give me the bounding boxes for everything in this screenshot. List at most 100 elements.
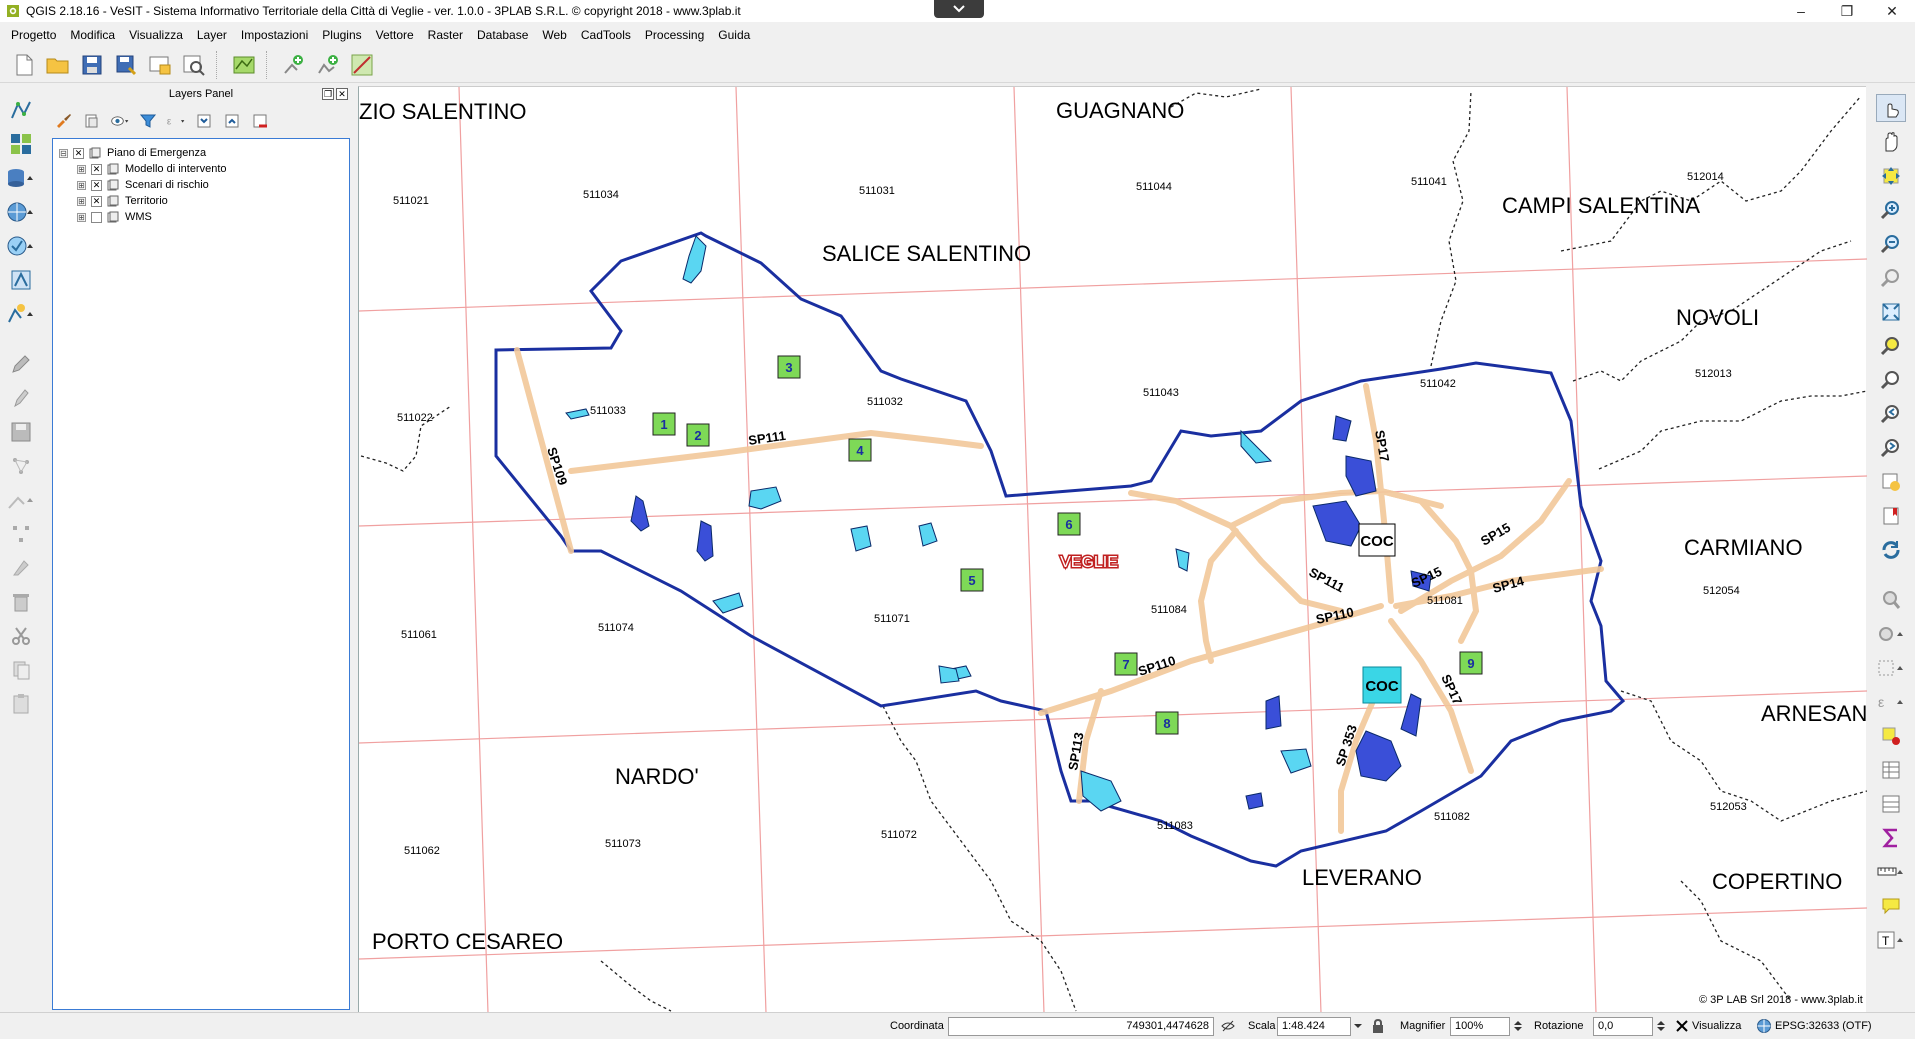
- menu-impostazioni[interactable]: Impostazioni: [234, 24, 315, 46]
- new-project-button[interactable]: [10, 51, 38, 79]
- dropdown-toggle-button[interactable]: [934, 0, 984, 18]
- close-button[interactable]: ✕: [1869, 0, 1915, 22]
- layer-visibility-checkbox[interactable]: ✕: [91, 195, 102, 207]
- measure-line-button[interactable]: [1876, 858, 1906, 886]
- coordinate-field[interactable]: 749301,4474628: [948, 1017, 1214, 1036]
- georeferencer-button[interactable]: [230, 51, 258, 79]
- identify-features-button[interactable]: [1876, 586, 1906, 614]
- node-tool-button[interactable]: [6, 520, 36, 548]
- pan-map-button[interactable]: [1876, 128, 1906, 156]
- new-layer-tool-button[interactable]: [6, 300, 36, 328]
- postgis-tool-button[interactable]: [6, 164, 36, 192]
- extents-toggle-icon[interactable]: [1220, 1018, 1236, 1034]
- crs-label[interactable]: EPSG:32633 (OTF): [1775, 1020, 1872, 1032]
- tree-row-scenari-di-rischio[interactable]: ⊞ ✕ Scenari di rischio: [77, 177, 209, 193]
- rotation-spinbox[interactable]: 0,0: [1593, 1017, 1653, 1036]
- measure-tool-button[interactable]: [348, 51, 376, 79]
- map-tips-button[interactable]: [1876, 892, 1906, 920]
- save-project-button[interactable]: [78, 51, 106, 79]
- menu-progetto[interactable]: Progetto: [4, 24, 63, 46]
- select-features-button[interactable]: [1876, 654, 1906, 682]
- zoom-next-button[interactable]: [1876, 434, 1906, 462]
- menu-processing[interactable]: Processing: [638, 24, 711, 46]
- touch-zoom-pan-button[interactable]: [1876, 94, 1906, 122]
- magnifier-spinbox[interactable]: 100%: [1450, 1017, 1510, 1036]
- scale-dropdown-icon[interactable]: [1350, 1018, 1366, 1034]
- statistical-summary-button[interactable]: [1876, 790, 1906, 818]
- add-point-tool-button[interactable]: [280, 51, 308, 79]
- zoom-last-button[interactable]: [1876, 400, 1906, 428]
- panel-close-button[interactable]: ✕: [336, 88, 348, 100]
- delete-selected-button[interactable]: [6, 588, 36, 616]
- zoom-out-button[interactable]: [1876, 230, 1906, 258]
- toggle-editing-button[interactable]: [6, 384, 36, 412]
- spinbox-arrows-icon[interactable]: [1510, 1018, 1526, 1034]
- zoom-native-button[interactable]: [1876, 264, 1906, 292]
- panel-float-button[interactable]: ❐: [322, 88, 334, 100]
- move-feature-button[interactable]: [6, 486, 36, 514]
- vertex-tool-button[interactable]: [6, 554, 36, 582]
- tree-expander[interactable]: ⊞: [77, 180, 86, 190]
- zoom-to-layer-button[interactable]: [1876, 366, 1906, 394]
- composer-manager-button[interactable]: [180, 51, 208, 79]
- menu-vettore[interactable]: Vettore: [369, 24, 421, 46]
- pan-to-selection-button[interactable]: [1876, 162, 1906, 190]
- layer-visibility-checkbox[interactable]: ✕: [91, 179, 102, 191]
- open-attribute-table-button[interactable]: [1876, 756, 1906, 784]
- tree-expander[interactable]: ⊞: [77, 196, 86, 206]
- tree-row-modello-di-intervento[interactable]: ⊞ ✕ Modello di intervento: [77, 161, 227, 177]
- add-group-button[interactable]: [82, 111, 102, 131]
- edit-pencil-button[interactable]: [6, 350, 36, 378]
- maximize-button[interactable]: ❐: [1824, 0, 1870, 22]
- tree-expander[interactable]: ⊟: [59, 148, 68, 158]
- menu-cadtools[interactable]: CadTools: [574, 24, 638, 46]
- menu-raster[interactable]: Raster: [421, 24, 470, 46]
- add-feature-tool-button[interactable]: [314, 51, 342, 79]
- minimize-button[interactable]: –: [1778, 0, 1824, 22]
- lock-icon[interactable]: [1370, 1018, 1386, 1034]
- spinbox-arrows-icon[interactable]: [1653, 1018, 1669, 1034]
- field-calculator-button[interactable]: [1876, 824, 1906, 852]
- add-node-tool-button[interactable]: [6, 452, 36, 480]
- save-as-button[interactable]: [112, 51, 140, 79]
- layer-style-button[interactable]: [54, 111, 74, 131]
- spatialite-tool-button[interactable]: [6, 266, 36, 294]
- tree-row-piano-di-emergenza[interactable]: ⊟ ✕ Piano di Emergenza: [59, 145, 206, 161]
- globe-tool-button[interactable]: [6, 198, 36, 226]
- expand-all-button[interactable]: [194, 111, 214, 131]
- deselect-features-button[interactable]: [1876, 722, 1906, 750]
- zoom-in-button[interactable]: [1876, 196, 1906, 224]
- crs-globe-icon[interactable]: [1756, 1018, 1772, 1034]
- cut-features-button[interactable]: [6, 622, 36, 650]
- raster-tool-button[interactable]: [6, 130, 36, 158]
- digitize-tool-button[interactable]: [6, 96, 36, 124]
- copy-features-button[interactable]: [6, 656, 36, 684]
- scale-combobox[interactable]: 1:48.424: [1277, 1017, 1351, 1036]
- layer-visibility-checkbox[interactable]: ✕: [91, 163, 102, 175]
- menu-guida[interactable]: Guida: [711, 24, 757, 46]
- menu-plugins[interactable]: Plugins: [315, 24, 368, 46]
- render-checkbox-icon[interactable]: [1674, 1018, 1690, 1034]
- filter-legend-button[interactable]: [138, 111, 158, 131]
- zoom-to-selection-button[interactable]: [1876, 332, 1906, 360]
- select-by-expression-button[interactable]: ε: [1876, 688, 1906, 716]
- remove-layer-button[interactable]: [250, 111, 270, 131]
- new-bookmark-button[interactable]: [1876, 502, 1906, 530]
- tree-expander[interactable]: ⊞: [77, 164, 86, 174]
- menu-web[interactable]: Web: [535, 24, 573, 46]
- run-action-button[interactable]: [1876, 620, 1906, 648]
- text-annotation-button[interactable]: T: [1876, 926, 1906, 954]
- tree-expander[interactable]: ⊞: [77, 212, 86, 222]
- open-project-button[interactable]: [44, 51, 72, 79]
- paste-features-button[interactable]: [6, 690, 36, 718]
- menu-visualizza[interactable]: Visualizza: [122, 24, 190, 46]
- map-canvas[interactable]: COC COC 1 2 3 4 5 6 7 8 9 SP109 SP111 SP…: [358, 86, 1884, 1014]
- new-map-view-button[interactable]: [1876, 468, 1906, 496]
- menu-layer[interactable]: Layer: [190, 24, 234, 46]
- layer-visibility-checkbox[interactable]: [91, 211, 102, 223]
- refresh-button[interactable]: [1876, 536, 1906, 564]
- manage-visibility-button[interactable]: [110, 111, 130, 131]
- tree-row-territorio[interactable]: ⊞ ✕ Territorio: [77, 193, 168, 209]
- layer-visibility-checkbox[interactable]: ✕: [73, 147, 84, 159]
- filter-expression-button[interactable]: ε: [166, 111, 186, 131]
